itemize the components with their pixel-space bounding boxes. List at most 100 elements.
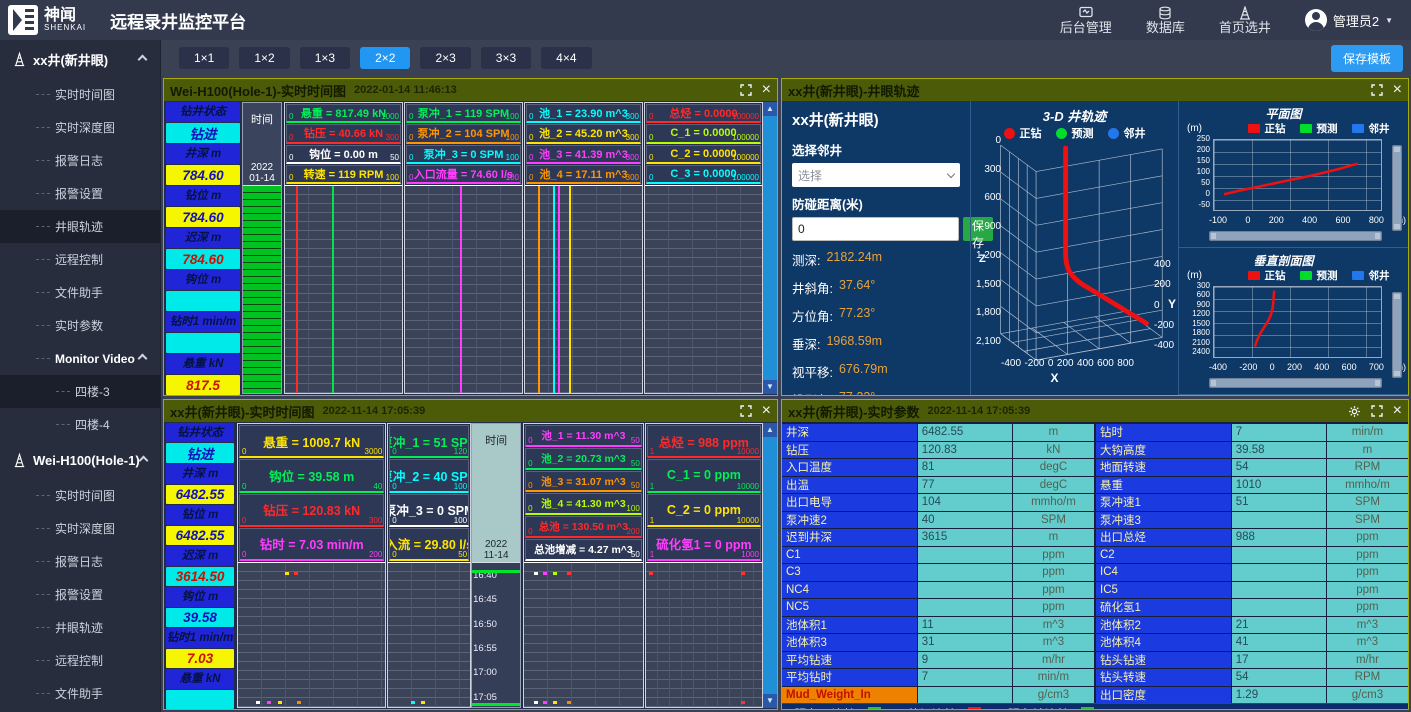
close-icon[interactable]: × xyxy=(1393,404,1402,418)
layout-button[interactable]: 3×3 xyxy=(481,47,531,69)
expand-icon[interactable] xyxy=(740,405,752,417)
curve-legend[interactable]: 0池_2 = 20.73 m^350 xyxy=(525,448,642,470)
sidebar-item[interactable]: xx井(新井眼) xyxy=(0,40,160,78)
vertical-scrollbar[interactable]: ▲ ▼ xyxy=(763,423,777,708)
sidebar-item[interactable]: 报警日志 xyxy=(0,144,160,177)
sidebar-item[interactable]: Wei-H100(Hole-1) xyxy=(0,441,160,479)
sidebar-item[interactable]: 四楼-3 xyxy=(0,375,160,408)
panel-well-trajectory: xx井(新井眼)-井眼轨迹 × xx井(新井眼) 选择邻井 选择 防碰距离(米) xyxy=(781,78,1409,396)
scroll-down-icon[interactable]: ▼ xyxy=(763,694,777,708)
curve-legend[interactable]: 1硫化氢1 = 0 ppm1000 xyxy=(647,528,761,561)
close-icon[interactable]: × xyxy=(762,404,771,418)
scroll-up-icon[interactable]: ▲ xyxy=(763,423,777,437)
scroll-up-icon[interactable]: ▲ xyxy=(763,102,777,116)
vertical-scrollbar[interactable]: ▲ ▼ xyxy=(763,102,777,394)
chart-title: 3-D 井轨迹 xyxy=(971,106,1178,125)
param-name-cell: 平均钻时 xyxy=(782,669,917,686)
sidebar-item[interactable]: 四楼-4 xyxy=(0,408,160,441)
nav-well-select[interactable]: 首页选井 xyxy=(1219,6,1271,35)
expand-icon[interactable] xyxy=(740,84,752,96)
user-menu[interactable]: 管理员2 ▼ xyxy=(1305,9,1393,31)
curve-legend[interactable]: 0C_2 = 0.0000100000 xyxy=(646,145,761,164)
axis-tick: 150 xyxy=(1197,157,1210,165)
param-value-cell: 31 xyxy=(918,634,1012,651)
sidebar-item[interactable]: 文件助手 xyxy=(0,276,160,309)
curve-legend[interactable]: 0悬重 = 1009.7 kN3000 xyxy=(239,425,384,458)
nav-backstage[interactable]: 后台管理 xyxy=(1060,6,1112,35)
curve-legend[interactable]: 0池_1 = 23.90 m^3300 xyxy=(526,104,641,123)
collision-distance-input[interactable] xyxy=(792,217,959,241)
neighbor-well-select[interactable]: 选择 xyxy=(792,163,960,187)
curve-legend[interactable]: 0泵冲_2 = 40 SPM100 xyxy=(389,459,469,492)
curve-legend[interactable]: 0池_3 = 41.39 m^3300 xyxy=(526,145,641,164)
nav-database[interactable]: 数据库 xyxy=(1146,6,1185,35)
curve-legend[interactable]: 0C_1 = 0.0000100000 xyxy=(646,124,761,143)
expand-icon[interactable] xyxy=(1371,405,1383,417)
curve-legend[interactable]: 0总烃 = 0.0000100000 xyxy=(646,104,761,123)
curve-legend[interactable]: 0C_3 = 0.0000100000 xyxy=(646,165,761,184)
curve-legend[interactable]: 0钻压 = 120.83 kN300 xyxy=(239,494,384,527)
scroll-down-icon[interactable]: ▼ xyxy=(763,380,777,394)
curve-legend[interactable]: 1C_1 = 0 ppm10000 xyxy=(647,459,761,492)
sidebar-item[interactable]: 实时时间图 xyxy=(0,479,160,512)
curve-legend[interactable]: 1C_2 = 0 ppm10000 xyxy=(647,494,761,527)
layout-button[interactable]: 2×2 xyxy=(360,47,410,69)
expand-icon[interactable] xyxy=(1371,84,1383,96)
curve-legend[interactable]: 0钻时 = 7.03 min/m200 xyxy=(239,528,384,561)
time-column-head: 时间 2022 11-14 xyxy=(472,424,520,562)
curve-legend[interactable]: 1总烃 = 988 ppm10000 xyxy=(647,425,761,458)
layout-button[interactable]: 2×3 xyxy=(420,47,470,69)
layout-button[interactable]: 4×4 xyxy=(541,47,591,69)
close-icon[interactable]: × xyxy=(762,83,771,97)
sidebar-item[interactable]: 实时参数 xyxy=(0,309,160,342)
horizontal-scrollbar[interactable] xyxy=(1209,231,1382,241)
curve-legend[interactable]: 0泵冲_2 = 104 SPM100 xyxy=(406,124,521,143)
curve-legend[interactable]: 0钻压 = 40.66 kN300 xyxy=(286,124,401,143)
sidebar-item[interactable]: 井眼轨迹 xyxy=(0,210,160,243)
curve-legend[interactable]: 0总池 = 130.50 m^3200 xyxy=(525,516,642,538)
param-value-cell: 21 xyxy=(1232,617,1326,634)
sidebar-item[interactable]: Monitor Video xyxy=(0,342,160,375)
gear-icon[interactable] xyxy=(1348,405,1361,418)
curve-legend[interactable]: 0池_3 = 31.07 m^350 xyxy=(525,471,642,493)
axis-tick: 800 xyxy=(1369,215,1384,225)
curve-legend[interactable]: 0池_4 = 17.11 m^3300 xyxy=(526,165,641,184)
curve-legend[interactable]: 0池_4 = 41.30 m^3100 xyxy=(525,493,642,515)
layout-button[interactable]: 1×2 xyxy=(239,47,289,69)
sidebar-item[interactable]: 井眼轨迹 xyxy=(0,611,160,644)
close-icon[interactable]: × xyxy=(1393,83,1402,97)
layout-button[interactable]: 1×3 xyxy=(300,47,350,69)
save-template-button[interactable]: 保存模板 xyxy=(1331,45,1403,72)
sidebar-item[interactable]: 报警设置 xyxy=(0,578,160,611)
vertical-scrollbar[interactable] xyxy=(1392,145,1402,231)
curve-legend[interactable]: 0池_1 = 11.30 m^350 xyxy=(525,425,642,447)
sidebar-item[interactable]: 远程控制 xyxy=(0,644,160,677)
curve-legend[interactable]: 0入口流量 = 74.60 l/s100 xyxy=(406,165,521,184)
curve-legend[interactable]: 0泵冲_1 = 119 SPM100 xyxy=(406,104,521,123)
curve-legend[interactable]: 0钩位 = 39.58 m40 xyxy=(239,459,384,492)
curve-legend[interactable]: 0钩位 = 0.00 m50 xyxy=(286,145,401,164)
curve-legend[interactable]: 0悬重 = 817.49 kN1000 xyxy=(286,104,401,123)
curve-legend[interactable]: 0池_2 = 45.20 m^3300 xyxy=(526,124,641,143)
sidebar-item[interactable]: 实时深度图 xyxy=(0,111,160,144)
vertical-scrollbar[interactable] xyxy=(1392,292,1402,378)
sidebar-item[interactable]: 远程控制 xyxy=(0,243,160,276)
sidebar-item[interactable]: 报警设置 xyxy=(0,177,160,210)
curve-legend[interactable]: 0转速 = 119 RPM100 xyxy=(286,165,401,184)
layout-button[interactable]: 1×1 xyxy=(179,47,229,69)
curve-legend[interactable]: 0泵冲_3 = 0 SPM100 xyxy=(389,494,469,527)
sidebar-item[interactable]: 文件助手 xyxy=(0,677,160,710)
sidebar-item[interactable]: 报警日志 xyxy=(0,545,160,578)
sidebar-item[interactable]: 实时深度图 xyxy=(0,512,160,545)
sidebar-item[interactable]: 实时时间图 xyxy=(0,78,160,111)
param-unit-cell: ppm xyxy=(1327,582,1408,599)
curve-legend[interactable]: 0入流 = 29.80 l/s50 xyxy=(389,528,469,561)
axis-tick: 0 xyxy=(1154,300,1160,311)
sidebar-item-label: 报警设置 xyxy=(55,185,103,202)
param-name-cell: 悬重 xyxy=(1096,477,1231,494)
horizontal-scrollbar[interactable] xyxy=(1209,378,1382,388)
curve-legend[interactable]: 0泵冲_1 = 51 SPM120 xyxy=(389,425,469,458)
curve-legend[interactable]: 0泵冲_3 = 0 SPM100 xyxy=(406,145,521,164)
axis-tick: 900 xyxy=(1197,301,1210,309)
curve-legend[interactable]: 总池增减 = 4.27 m^350 xyxy=(525,539,642,561)
